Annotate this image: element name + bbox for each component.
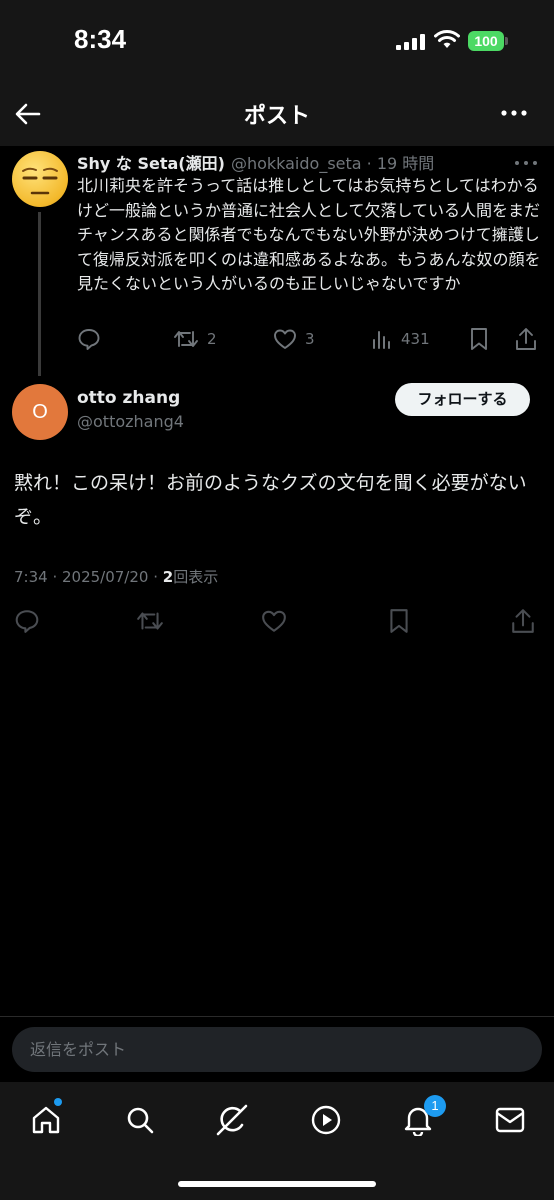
parent-views-count: 431 — [401, 330, 430, 348]
parent-author-avatar[interactable] — [12, 151, 68, 207]
search-icon — [127, 1107, 154, 1134]
post-reply-button[interactable] — [12, 606, 42, 636]
parent-tweet-actions: 2 3 431 — [77, 324, 547, 354]
battery-level: 100 — [474, 33, 498, 49]
parent-views-button[interactable]: 431 — [371, 324, 430, 354]
reply-author-handle[interactable]: @ottozhang4 — [77, 412, 184, 431]
parent-bookmark-button[interactable] — [469, 324, 489, 354]
composer-divider — [0, 1016, 554, 1017]
parent-retweet-button[interactable]: 2 — [173, 324, 217, 354]
home-icon — [32, 1106, 60, 1134]
wifi-icon — [434, 30, 460, 48]
like-icon — [262, 610, 286, 632]
home-unread-dot — [54, 1098, 62, 1106]
status-bar: 8:34 100 — [0, 0, 554, 80]
more-icon — [501, 110, 527, 116]
tab-messages[interactable] — [490, 1100, 530, 1140]
parent-retweet-count: 2 — [207, 330, 217, 348]
reply-post-text: 黙れ！この呆け！お前のようなクズの文句を聞く必要がないぞ。 — [14, 472, 527, 528]
follow-button[interactable]: フォローする — [395, 383, 530, 416]
unamused-face-emoji-icon — [22, 167, 58, 195]
battery-indicator: 100 — [468, 31, 508, 51]
parent-author-meta: @hokkaido_seta · 19 時間 — [230, 154, 435, 173]
bookmark-icon — [471, 328, 487, 350]
share-icon — [516, 328, 536, 350]
grok-icon — [216, 1104, 248, 1136]
tab-video[interactable] — [306, 1100, 346, 1140]
tab-search[interactable] — [120, 1100, 160, 1140]
notification-badge: 1 — [424, 1095, 446, 1117]
post-meta: 7:34 · 2025/07/20 · 2回表示 — [14, 566, 218, 587]
more-options-button[interactable] — [494, 98, 534, 128]
home-indicator[interactable] — [178, 1181, 376, 1187]
share-icon — [512, 609, 534, 633]
parent-reply-button[interactable] — [77, 324, 101, 354]
reply-icon — [15, 610, 39, 633]
tab-home[interactable] — [26, 1100, 66, 1140]
reply-author-name[interactable]: otto zhang — [77, 388, 180, 408]
views-icon — [373, 331, 390, 349]
like-icon — [274, 329, 296, 349]
parent-tweet-more-button[interactable] — [514, 150, 544, 170]
retweet-icon — [137, 612, 163, 630]
post-views-count: 2 — [162, 568, 174, 586]
parent-tweet-header: Shy な Seta(瀬田) @hokkaido_seta · 19 時間 — [77, 150, 547, 174]
parent-like-count: 3 — [305, 330, 315, 348]
reply-author-avatar[interactable]: O — [12, 384, 68, 440]
post-actions — [0, 606, 554, 638]
page-title: ポスト — [243, 104, 310, 129]
parent-tweet-text: 北川莉央を許そうって話は推しとしてはお気持ちとしてはわかるけど一般論というか普通… — [77, 176, 541, 293]
post-share-button[interactable] — [508, 606, 538, 636]
video-icon — [311, 1105, 341, 1135]
reply-composer-input[interactable] — [12, 1027, 542, 1072]
thread-connector-line — [38, 212, 41, 376]
retweet-icon — [174, 331, 198, 347]
parent-share-button[interactable] — [515, 324, 537, 354]
more-icon — [515, 161, 537, 165]
parent-like-button[interactable]: 3 — [273, 324, 315, 354]
top-nav-bar: ポスト — [0, 80, 554, 146]
post-retweet-button[interactable] — [135, 606, 165, 636]
cellular-signal-icon — [396, 34, 425, 50]
post-like-button[interactable] — [259, 606, 289, 636]
post-timestamp: 7:34 · 2025/07/20 · — [14, 568, 163, 586]
post-views-label: 回表示 — [173, 568, 219, 586]
parent-author-name[interactable]: Shy な Seta(瀬田) — [77, 154, 225, 173]
tab-grok[interactable] — [212, 1100, 252, 1140]
status-time: 8:34 — [74, 24, 127, 54]
post-bookmark-button[interactable] — [384, 606, 414, 636]
reply-icon — [78, 329, 100, 350]
messages-icon — [495, 1107, 525, 1133]
bookmark-icon — [390, 609, 408, 633]
